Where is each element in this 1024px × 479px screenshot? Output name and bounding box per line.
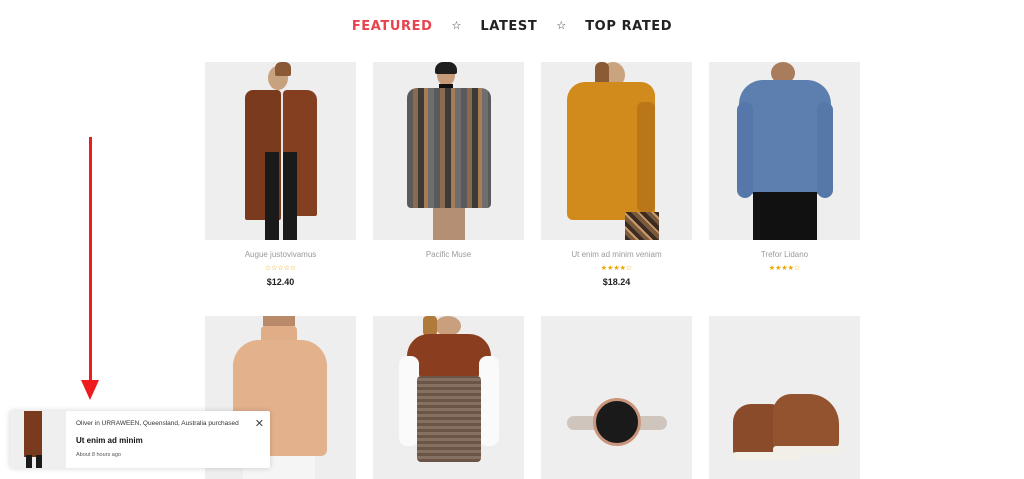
annotation-arrow-shaft — [89, 137, 92, 384]
product-card[interactable]: Trefor Lidano ★★★★☆ — [709, 62, 860, 289]
product-price: $18.24 — [602, 277, 631, 287]
product-price: $12.40 — [266, 277, 295, 287]
product-image-blue-sweater[interactable] — [709, 62, 860, 240]
product-card[interactable] — [709, 316, 860, 479]
product-name[interactable]: Ut enim ad minim veniam — [541, 250, 692, 260]
tab-top-rated[interactable]: TOP RATED — [585, 19, 672, 34]
purchase-notification[interactable]: Oliver in URRAWEEN, Queensland, Australi… — [10, 411, 270, 468]
rating-stars-icon: ★★★★☆ — [600, 265, 633, 272]
product-name[interactable]: Augue justovivamus — [205, 250, 356, 260]
notification-timestamp: About 8 hours ago — [76, 452, 121, 458]
notification-purchase-text: Oliver in URRAWEEN, Queensland, Australi… — [76, 420, 239, 427]
product-image-mustard-coat[interactable] — [541, 62, 692, 240]
product-image-brown-sneakers[interactable] — [709, 316, 860, 479]
rating-stars-icon: ★★★★☆ — [768, 265, 801, 272]
product-image-striped-poncho[interactable] — [373, 62, 524, 240]
product-name[interactable]: Pacific Muse — [373, 250, 524, 260]
product-card[interactable]: Pacific Muse — [373, 62, 524, 289]
product-tabs: FEATURED ☆ LATEST ☆ TOP RATED — [0, 19, 1024, 34]
notification-body: Oliver in URRAWEEN, Queensland, Australi… — [66, 411, 270, 468]
product-card[interactable]: Ut enim ad minim veniam ★★★★☆ $18.24 — [541, 62, 692, 289]
product-image-scarf-vest[interactable] — [373, 316, 524, 479]
product-card[interactable] — [541, 316, 692, 479]
notification-product-thumbnail[interactable] — [10, 411, 66, 468]
rating-stars-icon — [373, 264, 524, 273]
product-image-wristwatch[interactable] — [541, 316, 692, 479]
notification-product-title[interactable]: Ut enim ad minim — [76, 436, 264, 445]
product-card[interactable] — [373, 316, 524, 479]
product-card[interactable]: Augue justovivamus ☆☆☆☆☆ $12.40 — [205, 62, 356, 289]
product-name[interactable]: Trefor Lidano — [709, 250, 860, 260]
product-price — [709, 277, 860, 289]
annotation-arrow-down-icon — [81, 380, 99, 400]
product-image-brown-coat[interactable] — [205, 62, 356, 240]
tab-featured[interactable]: FEATURED — [352, 19, 433, 34]
close-icon[interactable]: ✕ — [255, 419, 264, 430]
product-grid: Augue justovivamus ☆☆☆☆☆ $12.40 Pacific … — [205, 62, 860, 479]
rating-stars-icon: ☆☆☆☆☆ — [264, 265, 297, 272]
star-outline-icon: ☆ — [451, 20, 462, 32]
star-outline-icon: ☆ — [556, 20, 567, 32]
product-price — [373, 277, 524, 289]
tab-latest[interactable]: LATEST — [480, 19, 537, 34]
